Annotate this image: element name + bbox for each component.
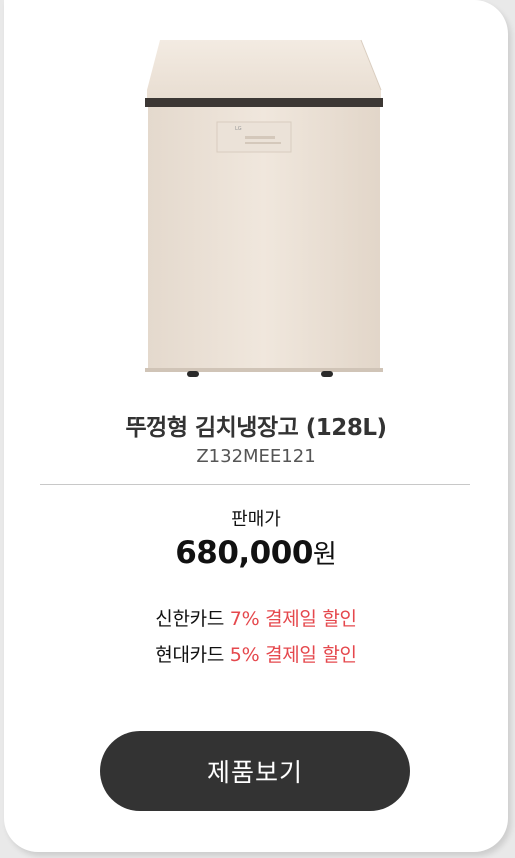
promotion-discount: 5% 결제일 할인 <box>229 644 357 666</box>
model-number: Z132MEE121 <box>196 446 316 467</box>
promotion-card-name: 신한카드 <box>155 608 225 630</box>
promotion-hyundai: 현대카드 5% 결제일 할인 <box>4 640 508 667</box>
product-card: LG 뚜껑형 김치냉장고 (128L) Z132MEE121 판매가 680,0… <box>4 0 508 852</box>
price-unit: 원 <box>312 540 337 570</box>
product-title: 뚜껑형 김치냉장고 (128L) <box>125 415 387 441</box>
svg-text:LG: LG <box>235 126 242 132</box>
promotion-discount: 7% 결제일 할인 <box>229 608 357 630</box>
price-amount: 680,000 <box>175 535 313 571</box>
promotion-shinhan: 신한카드 7% 결제일 할인 <box>4 604 508 631</box>
price-label: 판매가 <box>231 509 281 530</box>
divider <box>40 484 470 485</box>
price: 680,000원 <box>4 534 508 571</box>
view-product-button[interactable]: 제품보기 <box>100 731 410 811</box>
kimchi-refrigerator-image[interactable]: LG <box>145 38 385 380</box>
promotion-card-name: 현대카드 <box>155 644 225 666</box>
